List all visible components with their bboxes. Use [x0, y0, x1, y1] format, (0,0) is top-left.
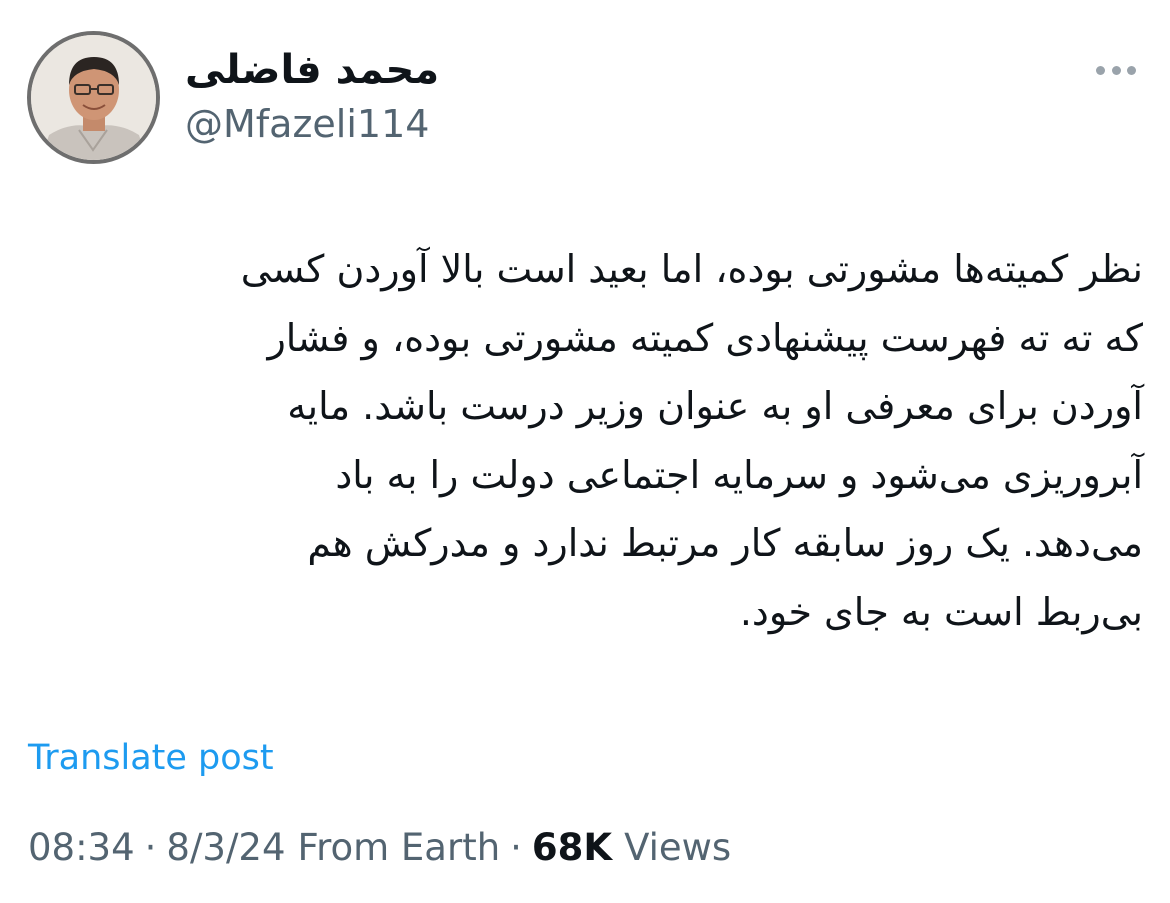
author-display-name[interactable]: محمد فاضلی: [185, 40, 439, 100]
avatar-photo: [31, 35, 156, 160]
more-dot: [1111, 65, 1121, 75]
post-metadata: 08:34 · 8/3/24 From Earth · 68K Views: [28, 822, 731, 874]
translate-post-link[interactable]: Translate post: [28, 733, 274, 783]
views-label[interactable]: Views: [624, 822, 731, 874]
post-date[interactable]: 8/3/24: [166, 822, 285, 874]
more-horizontal-icon[interactable]: [1092, 60, 1140, 80]
avatar[interactable]: [27, 31, 160, 164]
more-dot: [1096, 65, 1105, 75]
tweet-card: محمد فاضلی @Mfazeli114 نظر کمیته‌ها مشور…: [0, 0, 1170, 903]
separator-dot: ·: [144, 826, 157, 869]
more-dot: [1127, 65, 1136, 75]
post-text-line: می‌دهد. یک روز سابقه کار مرتبط ندارد و م…: [307, 521, 1143, 565]
post-text: نظر کمیته‌ها مشورتی بوده، اما بعید است ب…: [28, 235, 1143, 646]
post-text-line: آبروریزی می‌شود و سرمایه اجتماعی دولت را…: [335, 452, 1143, 497]
post-text-line: آوردن برای معرفی او به عنوان وزیر درست ب…: [287, 384, 1143, 428]
separator-dot: ·: [510, 826, 522, 869]
views-count[interactable]: 68K: [532, 822, 612, 874]
author-handle[interactable]: @Mfazeli114: [185, 98, 429, 150]
post-text-line: نظر کمیته‌ها مشورتی بوده، اما بعید است ب…: [240, 247, 1143, 291]
post-time[interactable]: 08:34: [28, 822, 135, 874]
post-source: From Earth: [297, 826, 501, 869]
post-text-line: که ته ته فهرست پیشنهادی کمیته مشورتی بود…: [267, 315, 1143, 360]
post-text-line: بی‌ربط است به جای خود.: [739, 589, 1143, 634]
